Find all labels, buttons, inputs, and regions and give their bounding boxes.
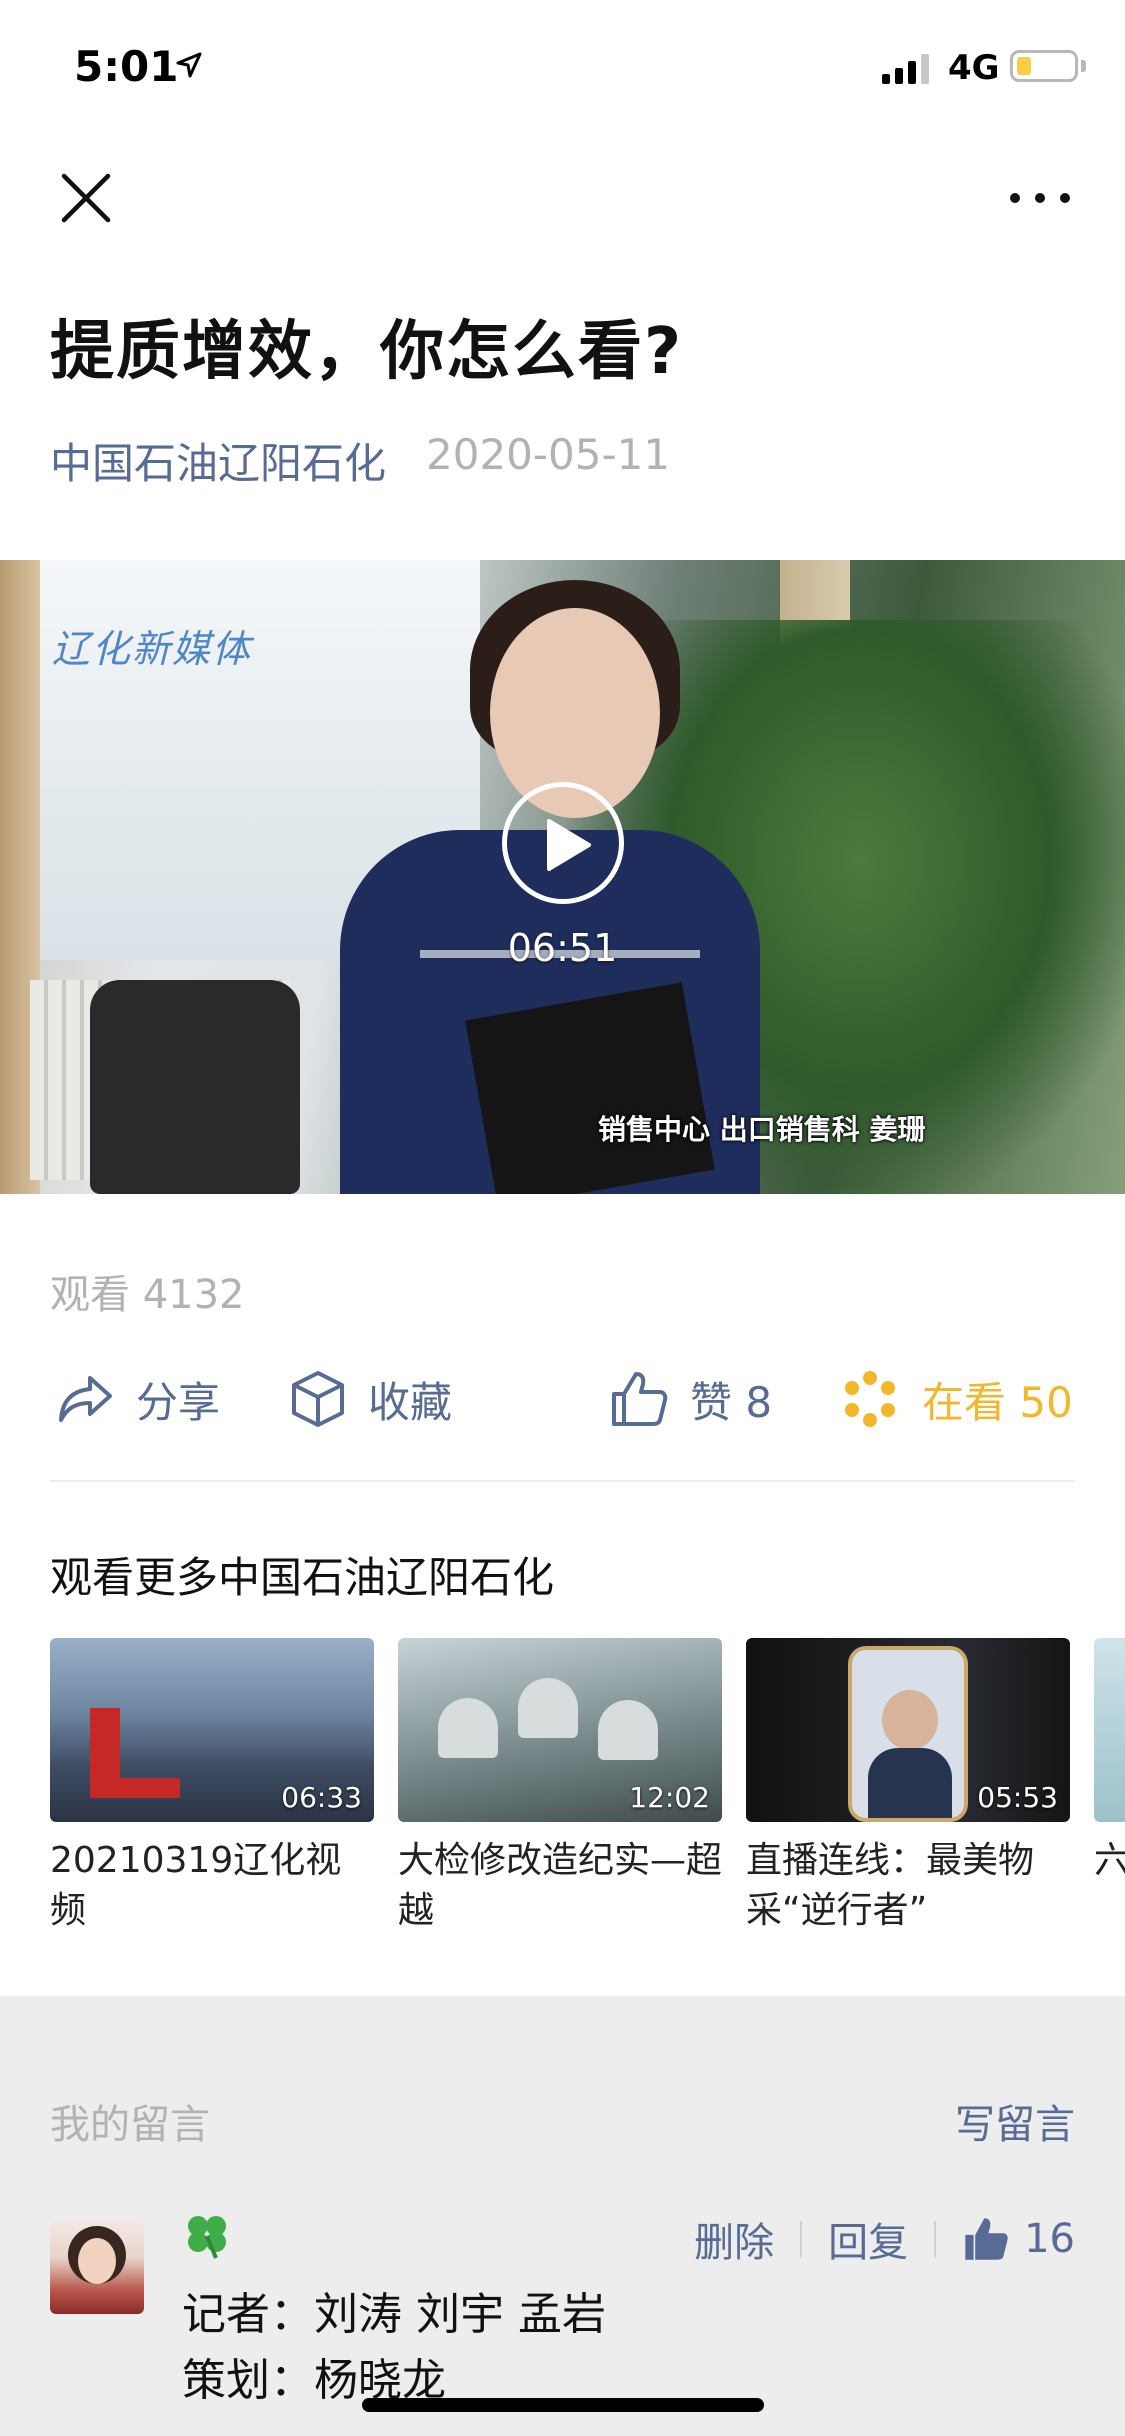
video-duration: 06:51 bbox=[507, 926, 618, 970]
more-dots-icon bbox=[1010, 193, 1070, 203]
thumbnail-banner bbox=[90, 1778, 180, 1798]
video-thumbnail: 05:53 bbox=[746, 1638, 1070, 1822]
more-videos-title: 观看更多中国石油辽阳石化 bbox=[50, 1553, 555, 1602]
home-indicator[interactable] bbox=[362, 2398, 764, 2412]
article-meta: 中国石油辽阳石化 2020-05-11 bbox=[50, 430, 670, 491]
thumbnail-face bbox=[882, 1690, 938, 1750]
share-label: 分享 bbox=[136, 1377, 221, 1427]
reply-comment-button[interactable]: 回复 bbox=[828, 2210, 908, 2268]
related-video-card[interactable]: 05:53 直播连线：最美物采“逆行者” bbox=[746, 1638, 1070, 1936]
video-player[interactable]: 辽化新媒体 销售中心 出口销售科 姜珊 06:51 bbox=[0, 560, 1125, 1194]
more-options-button[interactable] bbox=[1005, 176, 1075, 226]
status-time: 5:01 bbox=[74, 42, 179, 91]
view-count: 观看 4132 bbox=[50, 1272, 245, 1318]
status-bar: 5:01 4G bbox=[0, 0, 1125, 140]
thumbs-up-icon bbox=[612, 1372, 668, 1426]
thumbnail-tank bbox=[518, 1678, 578, 1738]
watching-button[interactable]: 在看 50 bbox=[840, 1364, 1073, 1434]
play-button[interactable] bbox=[502, 782, 624, 904]
video-scene-folder bbox=[465, 982, 715, 1194]
write-comment-button[interactable]: 写留言 bbox=[955, 2092, 1075, 2150]
comment-section: 我的留言 写留言 删除 回复 16 记者：刘涛 刘宇 孟岩 策划：杨晓龙 bbox=[0, 1996, 1125, 2436]
thumbs-up-filled-icon bbox=[965, 2218, 1008, 2260]
thumbnail-duration: 06:33 bbox=[281, 1781, 362, 1814]
video-watermark: 辽化新媒体 bbox=[52, 627, 253, 671]
close-icon bbox=[61, 173, 111, 223]
video-scene-chair bbox=[90, 980, 300, 1194]
more-videos-strip[interactable]: 06:33 20210319辽化视频 12:02 大检修改造纪实—超越 05:5… bbox=[50, 1638, 1125, 1938]
section-divider bbox=[50, 1480, 1075, 1482]
close-button[interactable] bbox=[56, 168, 116, 228]
related-video-title: 直播连线：最美物采“逆行者” bbox=[746, 1840, 1035, 1931]
account-name-link[interactable]: 中国石油辽阳石化 bbox=[50, 430, 386, 491]
battery-level bbox=[1017, 57, 1031, 75]
like-label: 赞 8 bbox=[690, 1377, 773, 1427]
share-icon bbox=[59, 1376, 112, 1422]
action-separator bbox=[934, 2221, 937, 2257]
avatar[interactable] bbox=[50, 2220, 144, 2314]
watching-label: 在看 50 bbox=[922, 1377, 1073, 1427]
my-comments-label: 我的留言 bbox=[50, 2102, 210, 2148]
video-caption: 销售中心 出口销售科 姜珊 bbox=[598, 1113, 926, 1146]
like-button[interactable]: 赞 8 bbox=[610, 1364, 772, 1434]
favorite-label: 收藏 bbox=[368, 1377, 453, 1427]
thumbnail-flag bbox=[90, 1708, 120, 1778]
publish-date: 2020-05-11 bbox=[426, 430, 671, 479]
watching-star-icon bbox=[845, 1371, 895, 1427]
comment-text-line: 记者：刘涛 刘宇 孟岩 bbox=[182, 2289, 606, 2340]
article-title: 提质增效，你怎么看? bbox=[50, 315, 684, 389]
related-video-title: 大检修改造纪实—超越 bbox=[398, 1840, 723, 1931]
related-video-title: 六 bbox=[1094, 1840, 1125, 1881]
action-separator bbox=[800, 2221, 803, 2257]
location-arrow-icon bbox=[176, 52, 202, 78]
battery-icon bbox=[1010, 50, 1078, 82]
related-video-card[interactable]: 12:02 大检修改造纪实—超越 bbox=[398, 1638, 722, 1936]
comment-actions: 删除 回复 16 bbox=[694, 2210, 1075, 2268]
video-thumbnail: 12:02 bbox=[398, 1638, 722, 1822]
network-type: 4G bbox=[948, 48, 1000, 88]
action-row: 分享 收藏 赞 8 在看 50 bbox=[50, 1364, 1075, 1434]
signal-strength-icon bbox=[882, 52, 929, 84]
thumbnail-tank bbox=[598, 1700, 658, 1760]
thumbnail-phone bbox=[848, 1646, 968, 1822]
favorite-button[interactable]: 收藏 bbox=[290, 1364, 452, 1434]
delete-comment-button[interactable]: 删除 bbox=[694, 2210, 774, 2268]
comment-like-count: 16 bbox=[1024, 2216, 1075, 2262]
related-video-card[interactable]: 06:33 20210319辽化视频 bbox=[50, 1638, 374, 1936]
video-thumbnail bbox=[1094, 1638, 1125, 1822]
cube-favorite-icon bbox=[292, 1371, 344, 1427]
related-video-card[interactable]: 六 bbox=[1094, 1638, 1125, 1886]
avatar-face bbox=[78, 2238, 116, 2284]
share-button[interactable]: 分享 bbox=[56, 1364, 220, 1434]
video-thumbnail: 06:33 bbox=[50, 1638, 374, 1822]
thumbnail-suit bbox=[868, 1748, 952, 1818]
battery-cap bbox=[1081, 60, 1086, 72]
clover-icon bbox=[182, 2210, 232, 2264]
thumbnail-duration: 12:02 bbox=[629, 1781, 710, 1814]
thumbnail-duration: 05:53 bbox=[977, 1781, 1058, 1814]
play-icon bbox=[547, 819, 591, 871]
comment-like-button[interactable]: 16 bbox=[962, 2215, 1075, 2263]
thumbnail-tank bbox=[438, 1698, 498, 1758]
related-video-title: 20210319辽化视频 bbox=[50, 1840, 342, 1931]
